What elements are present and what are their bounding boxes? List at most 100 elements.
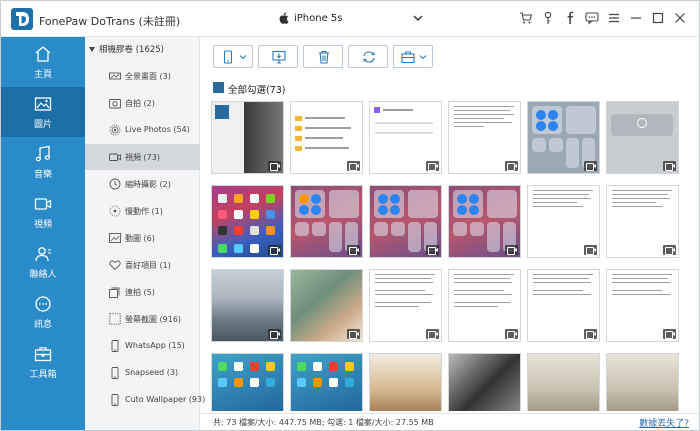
- trash-icon: [319, 50, 329, 64]
- media-thumbnail[interactable]: [527, 353, 600, 411]
- burst-icon: [109, 286, 121, 298]
- video-badge-icon: [426, 245, 439, 255]
- live-photo-icon: [109, 124, 121, 136]
- media-thumbnail[interactable]: [606, 269, 679, 342]
- media-grid: [211, 101, 691, 411]
- category-item-whatsapp[interactable]: WhatsApp (15): [85, 333, 200, 359]
- category-label: 喜好項目 (1): [125, 261, 171, 270]
- media-thumbnail[interactable]: [290, 185, 363, 258]
- nav-item-toolbox[interactable]: 工具箱: [1, 337, 85, 387]
- delete-button[interactable]: [303, 45, 343, 68]
- refresh-button[interactable]: [348, 45, 388, 68]
- category-item-slowmo[interactable]: 慢動作 (1): [85, 198, 200, 224]
- video-badge-icon: [347, 161, 360, 171]
- slowmo-icon: [109, 205, 121, 217]
- panorama-icon: [109, 70, 121, 82]
- media-thumbnail[interactable]: [211, 353, 284, 411]
- media-thumbnail[interactable]: [606, 353, 679, 411]
- app-title: FonePaw DoTrans (未註冊): [39, 15, 181, 28]
- media-thumbnail[interactable]: [448, 353, 521, 411]
- category-item-snapseed[interactable]: Snapseed (3): [85, 360, 200, 386]
- nav-item-videos[interactable]: 視頻: [1, 187, 85, 237]
- media-thumbnail[interactable]: [290, 353, 363, 411]
- music-icon: [35, 145, 50, 162]
- media-thumbnail[interactable]: [527, 269, 600, 342]
- media-thumbnail[interactable]: [290, 269, 363, 342]
- minimize-icon[interactable]: [629, 11, 643, 25]
- chevron-down-icon: [413, 15, 423, 21]
- expand-triangle-icon[interactable]: [89, 47, 95, 52]
- media-thumbnail[interactable]: [606, 185, 679, 258]
- video-icon: [34, 198, 52, 210]
- video-badge-icon: [347, 329, 360, 339]
- home-icon: [35, 46, 51, 62]
- toolbox-button[interactable]: [393, 45, 433, 68]
- media-thumbnail[interactable]: [211, 101, 284, 174]
- media-thumbnail[interactable]: [290, 101, 363, 174]
- video-badge-icon: [426, 161, 439, 171]
- media-thumbnail[interactable]: [211, 269, 284, 342]
- category-item-timelapse[interactable]: 縮時攝影 (2): [85, 171, 200, 197]
- media-thumbnail[interactable]: [448, 185, 521, 258]
- cart-icon[interactable]: [519, 11, 533, 25]
- data-loss-link[interactable]: 數據丟失了?: [639, 416, 689, 429]
- maximize-icon[interactable]: [651, 11, 665, 25]
- category-item-burst[interactable]: 連拍 (5): [85, 279, 200, 305]
- media-thumbnail[interactable]: [369, 101, 442, 174]
- category-item-screenshots[interactable]: 螢幕截圖 (916): [85, 306, 200, 332]
- media-thumbnail[interactable]: [369, 269, 442, 342]
- video-badge-icon: [347, 245, 360, 255]
- media-thumbnail[interactable]: [369, 353, 442, 411]
- category-label: 全景畫面 (3): [125, 72, 171, 81]
- animated-icon: [109, 232, 121, 244]
- category-label: 動圖 (6): [125, 234, 155, 243]
- media-thumbnail[interactable]: [369, 185, 442, 258]
- device-selector[interactable]: iPhone 5s: [279, 9, 423, 29]
- left-nav: 主頁 圖片 音樂 視頻 聯絡人 訊息 工具箱: [1, 37, 85, 430]
- nav-item-home[interactable]: 主頁: [1, 37, 85, 87]
- media-thumbnail[interactable]: [606, 101, 679, 174]
- phone-icon: [109, 394, 121, 406]
- media-thumbnail[interactable]: [448, 269, 521, 342]
- toolbar: [201, 37, 699, 77]
- apple-icon: [279, 12, 289, 24]
- video-badge-icon: [268, 329, 281, 339]
- refresh-icon: [363, 51, 375, 63]
- category-item-animated[interactable]: 動圖 (6): [85, 225, 200, 251]
- export-to-pc-button[interactable]: [258, 45, 298, 68]
- computer-export-icon: [272, 50, 286, 64]
- key-icon[interactable]: [541, 11, 555, 25]
- nav-item-contacts[interactable]: 聯絡人: [1, 237, 85, 287]
- nav-item-messages[interactable]: 訊息: [1, 287, 85, 337]
- video-badge-icon: [268, 245, 281, 255]
- chat-icon[interactable]: [585, 11, 599, 25]
- export-to-device-button[interactable]: [213, 45, 253, 68]
- nav-item-photos[interactable]: 圖片: [1, 87, 85, 137]
- video-badge-icon: [505, 329, 518, 339]
- category-item-cuto-wallpaper[interactable]: Cuto Wallpaper (93): [85, 387, 205, 413]
- timelapse-icon: [109, 178, 121, 190]
- category-label: 螢幕截圖 (916): [125, 315, 182, 324]
- category-label: Snapseed (3): [125, 368, 179, 377]
- selected-checkbox[interactable]: [215, 105, 229, 119]
- select-all-checkbox[interactable]: [213, 82, 224, 93]
- menu-icon[interactable]: [607, 11, 621, 25]
- category-item-videos[interactable]: 視頻 (73): [85, 144, 200, 170]
- category-item-panorama[interactable]: 全景畫面 (3): [85, 63, 200, 89]
- category-root[interactable]: 相機膠卷 (1625): [89, 43, 164, 55]
- media-thumbnail[interactable]: [448, 101, 521, 174]
- video-badge-icon: [505, 161, 518, 171]
- media-thumbnail[interactable]: [211, 185, 284, 258]
- app-logo-icon: [11, 8, 33, 30]
- category-item-selfie[interactable]: 自拍 (2): [85, 90, 200, 116]
- close-icon[interactable]: [673, 11, 687, 25]
- category-item-favorites[interactable]: 喜好項目 (1): [85, 252, 200, 278]
- toolbox-icon: [34, 347, 52, 362]
- media-thumbnail[interactable]: [527, 101, 600, 174]
- phone-export-icon: [223, 50, 233, 64]
- nav-item-music[interactable]: 音樂: [1, 137, 85, 187]
- select-all-label: 全部勾選(73): [228, 85, 286, 96]
- category-item-live-photos[interactable]: Live Photos (54): [85, 117, 200, 143]
- facebook-icon[interactable]: [563, 11, 577, 25]
- media-thumbnail[interactable]: [527, 185, 600, 258]
